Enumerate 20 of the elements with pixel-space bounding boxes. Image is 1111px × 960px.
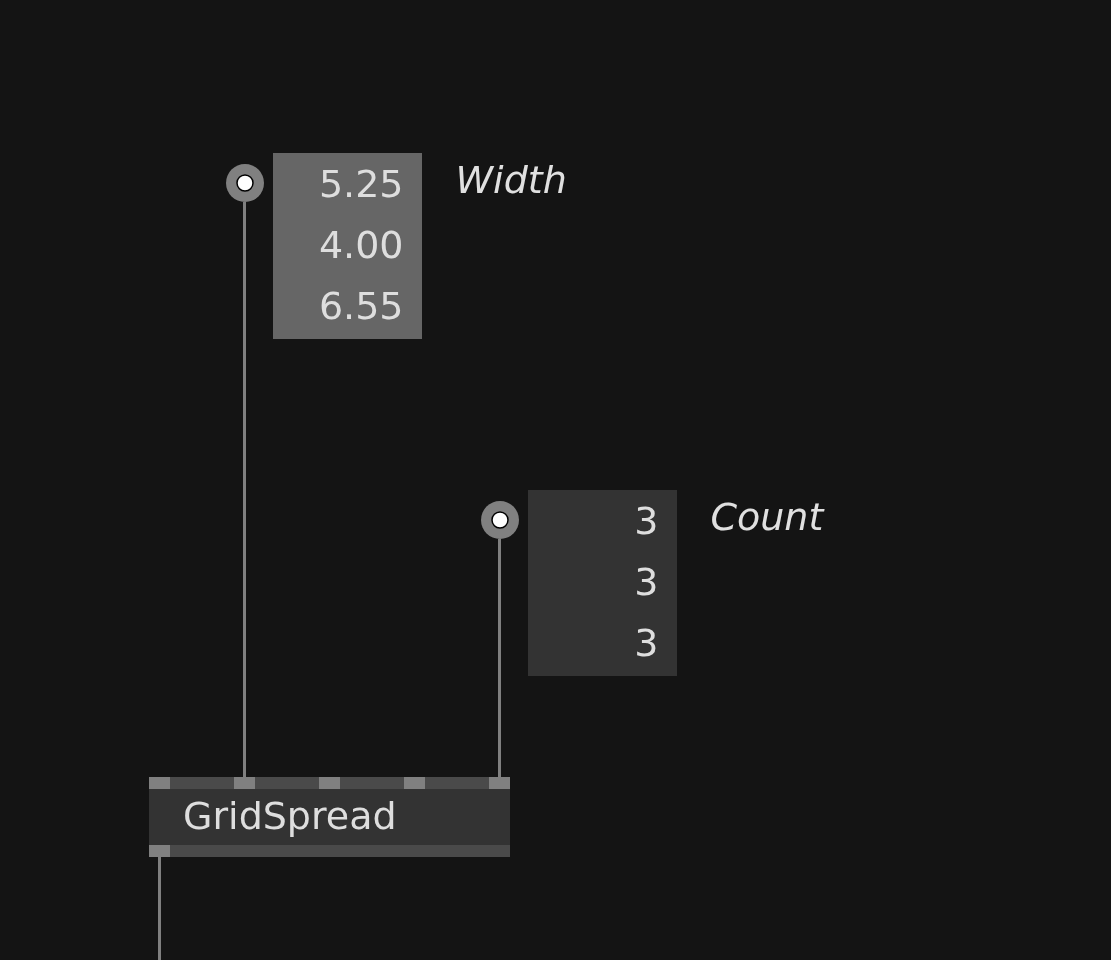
pin-icon[interactable] [480,501,519,539]
input-pin[interactable] [234,777,255,789]
output-pin[interactable] [149,845,170,857]
io-box[interactable]: 3 3 3 [527,490,677,676]
node[interactable]: GridSpread [149,777,510,857]
input-pin[interactable] [149,777,170,789]
io-box[interactable]: 5.25 4.00 6.55 [272,153,422,339]
input-pin[interactable] [319,777,340,789]
pin-label: Width [455,157,567,203]
input-pin[interactable] [489,777,510,789]
value-field[interactable]: 3 [527,491,677,552]
input-pin[interactable] [404,777,425,789]
pin-icon[interactable] [225,164,264,202]
value-field[interactable]: 6.55 [272,276,422,337]
value-field[interactable]: 3 [527,552,677,613]
value-field[interactable]: 3 [527,613,677,674]
value-field[interactable]: 5.25 [272,154,422,215]
value-field[interactable]: 4.00 [272,215,422,276]
node-title: GridSpread [149,789,510,845]
pin-label: Count [710,494,824,540]
